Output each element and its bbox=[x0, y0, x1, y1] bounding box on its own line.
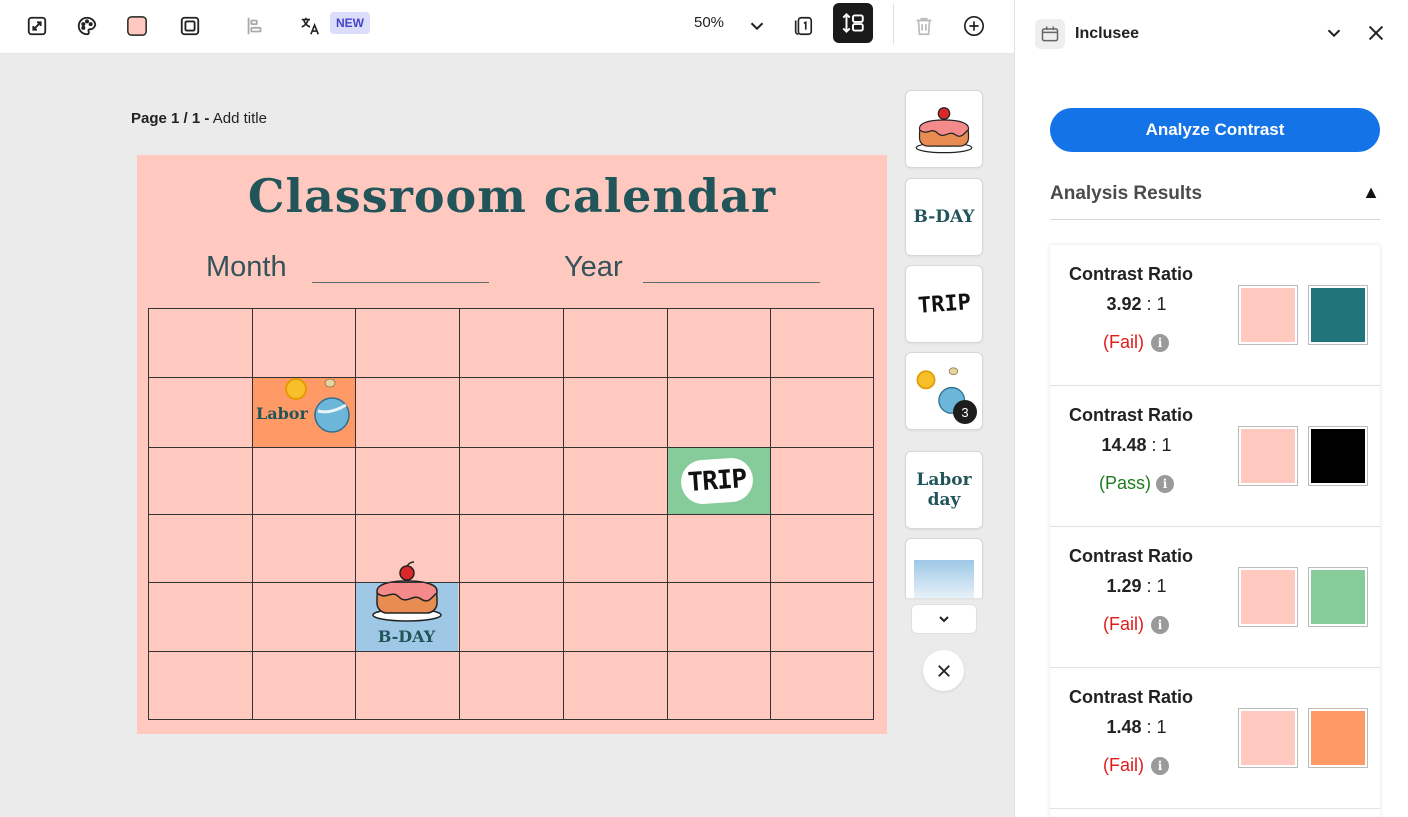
calendar-grid[interactable]: Labor day TRIP B-DAY bbox=[148, 308, 874, 720]
chevron-down-icon[interactable] bbox=[742, 11, 772, 41]
result-title: Contrast Ratio bbox=[1069, 546, 1194, 566]
new-badge: NEW bbox=[330, 12, 370, 34]
add-icon[interactable] bbox=[959, 11, 989, 41]
close-icon[interactable] bbox=[1365, 22, 1387, 49]
result-card: Contrast Ratio 1.29 : 1 (Fail) i bbox=[1050, 527, 1380, 668]
thumbnail-trip-text: TRIP bbox=[916, 289, 972, 319]
foreground-swatch bbox=[1308, 426, 1368, 486]
thumbnail-gradient[interactable] bbox=[905, 538, 983, 598]
zoom-level[interactable]: 50% bbox=[694, 14, 724, 31]
result-card: Contrast Ratio 1.48 : 1 (Fail) i bbox=[1050, 668, 1380, 809]
foreground-swatch bbox=[1308, 285, 1368, 345]
pages-icon[interactable] bbox=[788, 11, 818, 41]
top-toolbar: NEW 50% bbox=[0, 0, 1014, 54]
add-title-link[interactable]: Add title bbox=[213, 110, 267, 127]
labor-day-cell[interactable]: Labor day bbox=[252, 377, 355, 447]
contrast-ratio: 1.29 : 1 bbox=[1106, 576, 1167, 596]
month-underline bbox=[312, 282, 489, 283]
inclusee-panel: Inclusee Analyze Contrast Analysis Resul… bbox=[1014, 0, 1408, 817]
info-icon[interactable]: i bbox=[1156, 475, 1174, 493]
contrast-ratio: 3.92 : 1 bbox=[1106, 294, 1167, 314]
background-swatch bbox=[1238, 285, 1298, 345]
result-card: Contrast Ratio 3.92 : 1 (Fail) i bbox=[1050, 245, 1380, 386]
foreground-swatch bbox=[1308, 708, 1368, 768]
calendar-title[interactable]: Classroom calendar bbox=[137, 169, 887, 223]
result-card: Contrast Ratio 14.48 : 1 (Pass) i bbox=[1050, 386, 1380, 527]
collapse-triangle-icon[interactable]: ▲ bbox=[1362, 182, 1380, 203]
contrast-ratio: 14.48 : 1 bbox=[1101, 435, 1172, 455]
page-number: Page 1 / 1 - bbox=[131, 110, 210, 127]
contrast-ratio: 1.48 : 1 bbox=[1106, 717, 1167, 737]
analysis-results-header[interactable]: Analysis Results ▲ bbox=[1050, 180, 1380, 220]
thumbnail-labor-day[interactable]: Labor day bbox=[905, 451, 983, 529]
month-label[interactable]: Month bbox=[206, 251, 287, 284]
page-label[interactable]: Page 1 / 1 - Add title bbox=[131, 110, 267, 127]
chevron-down-icon[interactable] bbox=[1323, 22, 1345, 49]
cake-icon bbox=[915, 107, 973, 154]
status-pass: (Pass) bbox=[1099, 473, 1152, 493]
cake-icon bbox=[372, 561, 442, 622]
results-title: Analysis Results bbox=[1050, 183, 1203, 204]
artboard[interactable]: Classroom calendar Month Year Labor day … bbox=[137, 155, 887, 734]
info-icon[interactable]: i bbox=[1151, 334, 1169, 352]
plugin-icon bbox=[1035, 19, 1065, 49]
status-fail: (Fail) bbox=[1103, 614, 1144, 634]
background-swatch bbox=[1238, 567, 1298, 627]
background-swatch bbox=[1238, 708, 1298, 768]
plugin-name: Inclusee bbox=[1075, 25, 1140, 42]
result-title: Contrast Ratio bbox=[1069, 405, 1194, 425]
info-icon[interactable]: i bbox=[1151, 616, 1169, 634]
toolbar-divider bbox=[893, 4, 894, 44]
panel-header: Inclusee bbox=[1015, 0, 1408, 66]
status-fail: (Fail) bbox=[1103, 755, 1144, 775]
foreground-swatch bbox=[1308, 567, 1368, 627]
resize-icon[interactable] bbox=[22, 11, 52, 41]
border-icon[interactable] bbox=[175, 11, 205, 41]
gradient-swatch bbox=[914, 559, 974, 598]
background-swatch bbox=[1238, 426, 1298, 486]
results-list[interactable]: Contrast Ratio 3.92 : 1 (Fail) i Contras… bbox=[1050, 245, 1380, 817]
fill-color-icon[interactable] bbox=[122, 11, 152, 41]
year-underline bbox=[643, 282, 820, 283]
thumbnail-bday[interactable]: B-DAY bbox=[905, 178, 983, 256]
thumbnail-bday-text: B-DAY bbox=[913, 206, 975, 227]
result-title: Contrast Ratio bbox=[1069, 687, 1194, 707]
trip-sticker: TRIP bbox=[679, 456, 755, 506]
chevron-down-icon bbox=[939, 616, 949, 623]
layers-icon[interactable] bbox=[833, 3, 873, 43]
thumbnail-trip[interactable]: TRIP bbox=[905, 265, 983, 343]
bday-cell[interactable]: B-DAY bbox=[355, 561, 458, 651]
align-icon[interactable] bbox=[240, 11, 270, 41]
bday-text: B-DAY bbox=[377, 627, 436, 646]
thumbnail-cake[interactable] bbox=[905, 90, 983, 168]
trip-cell[interactable]: TRIP bbox=[667, 447, 770, 514]
translate-icon[interactable] bbox=[295, 11, 325, 41]
close-icon bbox=[937, 664, 950, 677]
delete-icon[interactable] bbox=[909, 11, 939, 41]
selection-count-badge: 3 bbox=[953, 400, 977, 424]
thumbnail-sun-planet[interactable]: 3 bbox=[905, 352, 983, 430]
palette-icon[interactable] bbox=[72, 11, 102, 41]
year-label[interactable]: Year bbox=[564, 251, 623, 284]
thumbnail-labor-text: Labor day bbox=[916, 469, 972, 510]
info-icon[interactable]: i bbox=[1151, 757, 1169, 775]
status-fail: (Fail) bbox=[1103, 332, 1144, 352]
scroll-down-button[interactable] bbox=[911, 604, 977, 634]
sun-planet-icon bbox=[285, 378, 350, 433]
analyze-contrast-button[interactable]: Analyze Contrast bbox=[1050, 108, 1380, 152]
result-title: Contrast Ratio bbox=[1069, 264, 1194, 284]
close-thumbnails-button[interactable] bbox=[923, 650, 964, 691]
